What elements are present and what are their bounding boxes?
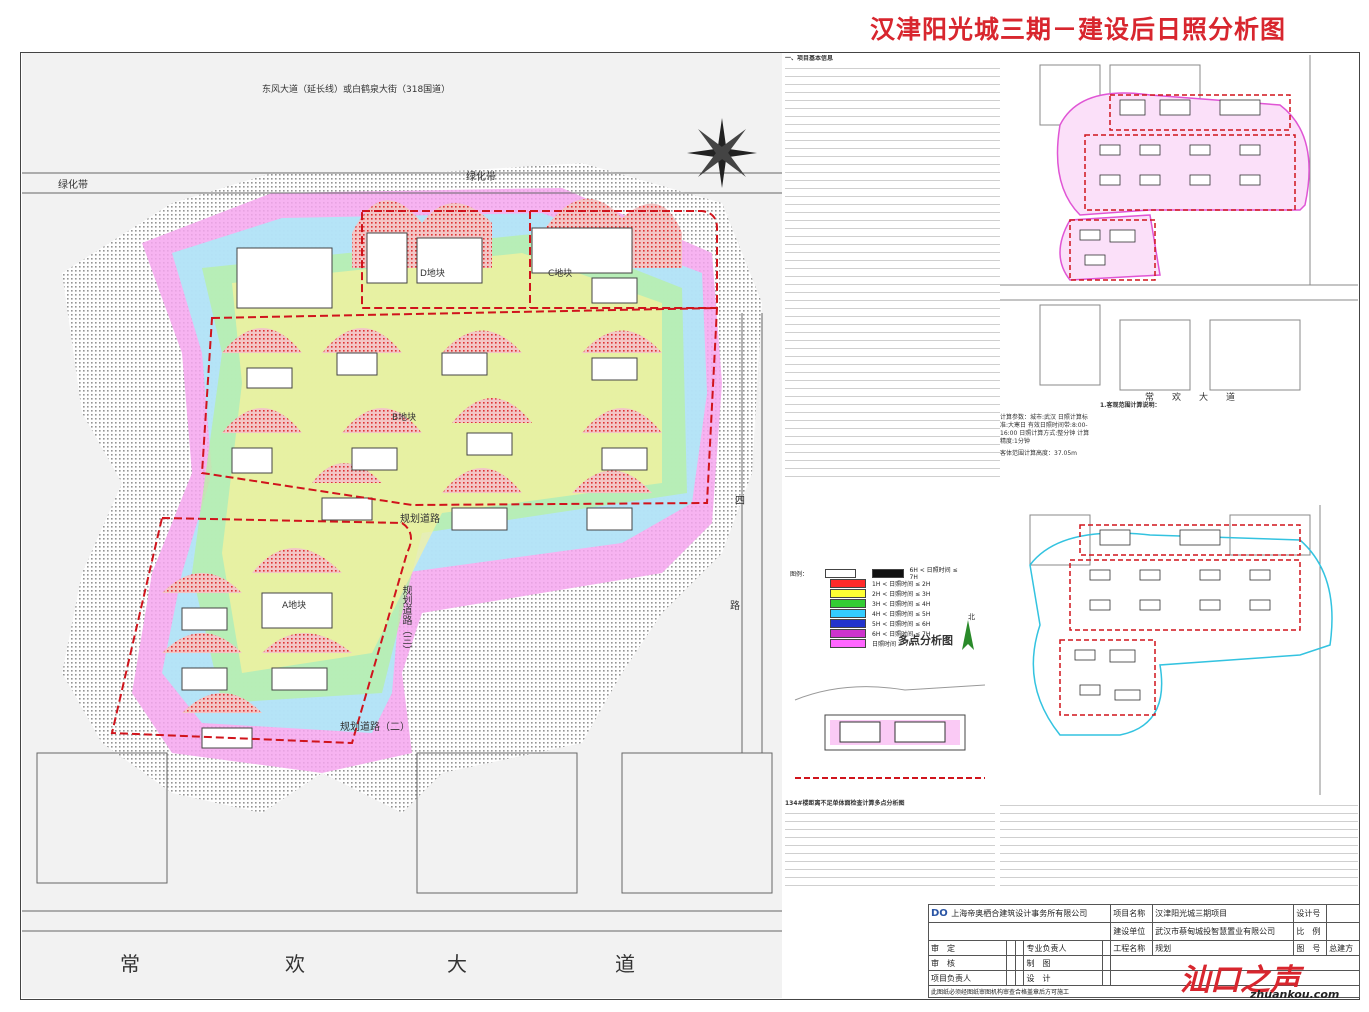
calc-params: 计算参数：城市:武汉 日照计算标准:大寒日 有效日照时间带:8:00-16:00… [1000,414,1090,445]
green-belt-top-label: 绿化带 [466,172,496,183]
role-design: 设 计 [1023,970,1103,986]
road-east-char-1: 四 [735,496,745,507]
legend-label: 5H < 日照时间 ≤ 6H [872,620,931,628]
client-label: 建设单位 [1110,922,1154,941]
scale-label: 比 例 [1293,922,1328,941]
stage-label: 规划 [1152,940,1295,956]
drawing-no-label: 图 号 [1293,940,1328,956]
watermark-url: zhuankou.com [1250,988,1340,1001]
bottom-left-notes: 134#楼距离不足单体面检查计算多点分析图 [785,800,995,888]
legend-label: 2H < 日照时间 ≤ 3H [872,590,931,598]
road-south-char-1: 常 [120,952,142,976]
legend-swatch [830,628,866,638]
legend-swatch [830,638,866,648]
company-text: 上海帝奥栖合建筑设计事务所有限公司 [951,909,1088,918]
notes-heading: 一、项目基本信息 [785,55,834,62]
road-north-label: 东风大道（延长线）或白鹤泉大街（318国道） [262,85,451,95]
legend-swatch [872,568,904,578]
role-draw: 制 图 [1023,955,1103,971]
role-major: 专业负责人 [1023,940,1103,956]
green-belt-left-label: 绿化带 [58,180,88,191]
legend-row: 5H < 日照时间 ≤ 6H [790,618,960,628]
legend-row: 图例： 6H < 日照时间 ≤ 7H [790,567,960,581]
eng-no-label: 工程名称 [1110,940,1154,956]
road-east-char-2: 路 [730,601,740,612]
legend-row: 3H < 日照时间 ≤ 4H [790,598,960,608]
legend-label: 3H < 日照时间 ≤ 4H [872,600,931,608]
overview-map-top [1000,55,1358,400]
road-south-char-3: 大 [447,952,469,976]
legend-swatch [830,608,866,618]
legend-swatch [830,618,866,628]
legend-swatch [830,578,866,588]
plot-b-label: B地块 [392,413,417,423]
calc-height: 客体范围计算高度：37.05m [1000,450,1078,457]
road-right-planned-label: 规划道路（三） [400,585,411,655]
road-south-char-2: 欢 [285,952,307,976]
plot-a-label: A地块 [282,601,307,611]
role-pm: 项目负责人 [927,970,1008,986]
sunlight-analysis-map [22,53,782,998]
design-no-label: 设计号 [1293,904,1328,923]
project-name: 汉津阳光城三期项目 [1152,904,1295,923]
role-review: 审 核 [927,955,1008,971]
project-label: 项目名称 [1110,904,1154,923]
drawing-no-value: 总建方 [1326,940,1360,956]
calc-notes-heading: 1.客观范围计算说明： [1100,402,1161,409]
calc-notes: 1.客观范围计算说明： 计算参数：城市:武汉 日照计算标准:大寒日 有效日照时间… [1000,402,1358,458]
road-south-char-4: 道 [615,952,637,976]
overview-map-bottom [1000,505,1358,795]
multi-point-analysis-label: 多点分析图 [898,634,953,647]
design-notes: 一、项目基本信息 [785,55,1000,655]
role-approve: 审 定 [927,940,1008,956]
plot-c-label: C地块 [548,269,573,279]
bottom-left-notes-heading: 134#楼距离不足单体面检查计算多点分析图 [785,800,905,807]
bottom-right-notes [1000,800,1358,890]
legend-swatch [830,598,866,608]
legend-title: 图例： [790,570,809,578]
legend-row: 2H < 日照时间 ≤ 3H [790,588,960,598]
legend-swatch [824,568,857,578]
road-planned-label: 规划道路（二） [340,722,410,733]
north-arrow-icon [962,620,974,650]
company-name: DO 上海帝奥栖合建筑设计事务所有限公司 [927,904,1112,923]
bottom-right-notes-lines [1000,800,1358,890]
legend-label: 1H < 日照时间 ≤ 2H [872,580,931,588]
detail-inset-map [785,660,997,785]
notes-body-lines [785,63,1000,483]
bottom-left-notes-lines [785,808,995,888]
plot-d-label: D地块 [420,269,445,279]
legend-label: 4H < 日照时间 ≤ 5H [872,610,931,618]
road-mid-label: 规划道路 [400,514,440,525]
page-title: 汉津阳光城三期－建设后日照分析图 [870,15,1287,44]
legend-row: 4H < 日照时间 ≤ 5H [790,608,960,618]
client-name: 武汉市蔡甸城投智慧置业有限公司 [1152,922,1295,941]
legend-swatch [830,588,866,598]
